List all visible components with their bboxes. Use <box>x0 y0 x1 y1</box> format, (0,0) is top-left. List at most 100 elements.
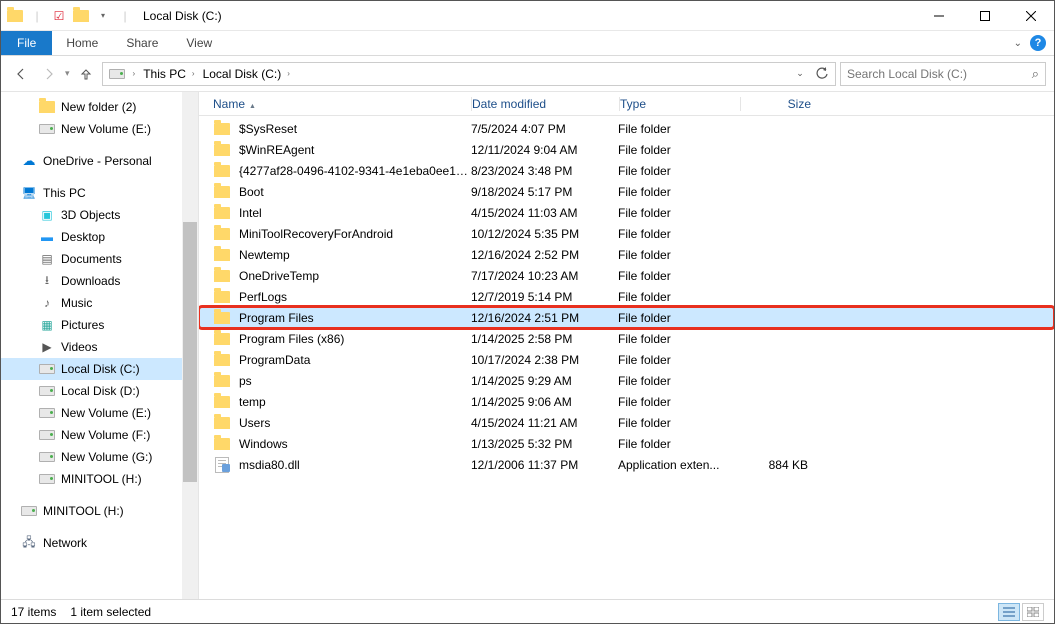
folder-icon <box>213 438 231 450</box>
nav-tree-label: New Volume (G:) <box>61 450 152 464</box>
tab-share[interactable]: Share <box>112 31 172 55</box>
file-name: Boot <box>239 185 471 199</box>
close-button[interactable] <box>1008 1 1054 31</box>
scrollbar-thumb[interactable] <box>183 222 197 482</box>
nav-tree-item[interactable]: ♪ Music <box>1 292 198 314</box>
column-date[interactable]: Date modified <box>472 97 619 111</box>
nav-scrollbar[interactable] <box>182 92 198 599</box>
address-bar[interactable]: › This PC› Local Disk (C:)› ⌄ <box>102 62 836 86</box>
column-name[interactable]: Name▲ <box>213 97 471 111</box>
forward-button[interactable] <box>37 62 61 86</box>
folder-icon <box>213 312 231 324</box>
sort-asc-icon: ▲ <box>249 103 256 110</box>
file-row[interactable]: Boot9/18/2024 5:17 PMFile folder <box>199 181 1054 202</box>
nav-tree-label: Music <box>61 296 92 310</box>
breadcrumb[interactable]: Local Disk (C:)› <box>199 67 294 81</box>
file-date: 9/18/2024 5:17 PM <box>471 185 618 199</box>
nav-tree-label: Pictures <box>61 318 104 332</box>
navbar: ▾ › This PC› Local Disk (C:)› ⌄ ⌕ <box>1 56 1054 92</box>
file-type: File folder <box>618 164 738 178</box>
nav-tree-item[interactable]: 🖧Network <box>1 532 198 554</box>
up-button[interactable] <box>74 62 98 86</box>
file-tab[interactable]: File <box>1 31 52 55</box>
nav-tree-item[interactable]: ▣3D Objects <box>1 204 198 226</box>
file-row[interactable]: PerfLogs12/7/2019 5:14 PMFile folder <box>199 286 1054 307</box>
nav-tree-item[interactable]: ☁OneDrive - Personal <box>1 150 198 172</box>
file-row[interactable]: $SysReset7/5/2024 4:07 PMFile folder <box>199 118 1054 139</box>
video-icon: ▶ <box>39 339 55 355</box>
search-icon[interactable]: ⌕ <box>1032 66 1039 82</box>
nav-tree-item[interactable]: ▦ Pictures <box>1 314 198 336</box>
folder-icon <box>213 396 231 408</box>
folder-icon <box>213 270 231 282</box>
file-row[interactable]: OneDriveTemp7/17/2024 10:23 AMFile folde… <box>199 265 1054 286</box>
nav-tree-item[interactable]: ▬Desktop <box>1 226 198 248</box>
maximize-button[interactable] <box>962 1 1008 31</box>
file-row[interactable]: {4277af28-0496-4102-9341-4e1eba0ee1ca}8/… <box>199 160 1054 181</box>
nav-tree-item[interactable]: New Volume (G:) <box>1 446 198 468</box>
address-dropdown-icon[interactable]: ⌄ <box>789 63 811 85</box>
file-row[interactable]: ProgramData10/17/2024 2:38 PMFile folder <box>199 349 1054 370</box>
file-row[interactable]: $WinREAgent12/11/2024 9:04 AMFile folder <box>199 139 1054 160</box>
file-type: File folder <box>618 311 738 325</box>
file-row[interactable]: Program Files12/16/2024 2:51 PMFile fold… <box>199 307 1054 328</box>
nav-tree-item[interactable]: MINITOOL (H:) <box>1 468 198 490</box>
file-row[interactable]: Windows1/13/2025 5:32 PMFile folder <box>199 433 1054 454</box>
nav-tree-item[interactable]: New Volume (F:) <box>1 424 198 446</box>
nav-tree-item[interactable]: 🖥This PC <box>1 182 198 204</box>
tab-view[interactable]: View <box>172 31 226 55</box>
nav-tree-item[interactable]: New Volume (E:) <box>1 402 198 424</box>
pic-icon: ▦ <box>39 317 55 333</box>
music-icon: ♪ <box>39 295 55 311</box>
file-date: 1/14/2025 2:58 PM <box>471 332 618 346</box>
file-type: File folder <box>618 269 738 283</box>
file-type: File folder <box>618 143 738 157</box>
qat-properties-icon[interactable]: ☑ <box>51 8 67 24</box>
file-row[interactable]: ps1/14/2025 9:29 AMFile folder <box>199 370 1054 391</box>
breadcrumb-chevron-icon[interactable]: › <box>129 69 140 78</box>
file-date: 12/7/2019 5:14 PM <box>471 290 618 304</box>
column-size[interactable]: Size <box>741 97 821 111</box>
file-date: 12/1/2006 11:37 PM <box>471 458 618 472</box>
folder-icon <box>39 99 55 115</box>
back-button[interactable] <box>9 62 33 86</box>
file-row[interactable]: Newtemp12/16/2024 2:52 PMFile folder <box>199 244 1054 265</box>
search-box[interactable]: ⌕ <box>840 62 1046 86</box>
file-type: File folder <box>618 374 738 388</box>
nav-tree-item[interactable]: Local Disk (D:) <box>1 380 198 402</box>
qat-newfolder-icon[interactable] <box>73 8 89 24</box>
folder-icon <box>213 207 231 219</box>
qat-chevron-down-icon[interactable]: ▾ <box>95 8 111 24</box>
file-name: ProgramData <box>239 353 471 367</box>
file-row[interactable]: Program Files (x86)1/14/2025 2:58 PMFile… <box>199 328 1054 349</box>
status-bar: 17 items 1 item selected <box>1 599 1054 623</box>
file-row[interactable]: Intel4/15/2024 11:03 AMFile folder <box>199 202 1054 223</box>
column-type[interactable]: Type <box>620 97 740 111</box>
file-row[interactable]: temp1/14/2025 9:06 AMFile folder <box>199 391 1054 412</box>
search-input[interactable] <box>847 67 1032 81</box>
file-row[interactable]: Users4/15/2024 11:21 AMFile folder <box>199 412 1054 433</box>
expand-ribbon-icon[interactable]: ⌄ <box>1014 38 1022 49</box>
file-row[interactable]: msdia80.dll12/1/2006 11:37 PMApplication… <box>199 454 1054 475</box>
minimize-button[interactable] <box>916 1 962 31</box>
file-date: 10/12/2024 5:35 PM <box>471 227 618 241</box>
file-name: ps <box>239 374 471 388</box>
view-details-button[interactable] <box>998 603 1020 621</box>
breadcrumb[interactable]: This PC› <box>139 67 198 81</box>
nav-tree-item[interactable]: New Volume (E:) <box>1 118 198 140</box>
nav-tree-item[interactable]: ▤Documents <box>1 248 198 270</box>
recent-locations-icon[interactable]: ▾ <box>65 68 70 79</box>
file-name: OneDriveTemp <box>239 269 471 283</box>
nav-tree-item[interactable]: New folder (2) <box>1 96 198 118</box>
tab-home[interactable]: Home <box>52 31 112 55</box>
nav-tree-item[interactable]: ⭳Downloads <box>1 270 198 292</box>
nav-tree-item[interactable]: Local Disk (C:) <box>1 358 198 380</box>
help-icon[interactable]: ? <box>1030 35 1046 51</box>
file-date: 4/15/2024 11:21 AM <box>471 416 618 430</box>
refresh-icon[interactable] <box>811 63 833 85</box>
file-row[interactable]: MiniToolRecoveryForAndroid10/12/2024 5:3… <box>199 223 1054 244</box>
nav-tree-item[interactable]: MINITOOL (H:) <box>1 500 198 522</box>
file-name: {4277af28-0496-4102-9341-4e1eba0ee1ca} <box>239 164 471 178</box>
nav-tree-item[interactable]: ▶Videos <box>1 336 198 358</box>
view-large-icons-button[interactable] <box>1022 603 1044 621</box>
